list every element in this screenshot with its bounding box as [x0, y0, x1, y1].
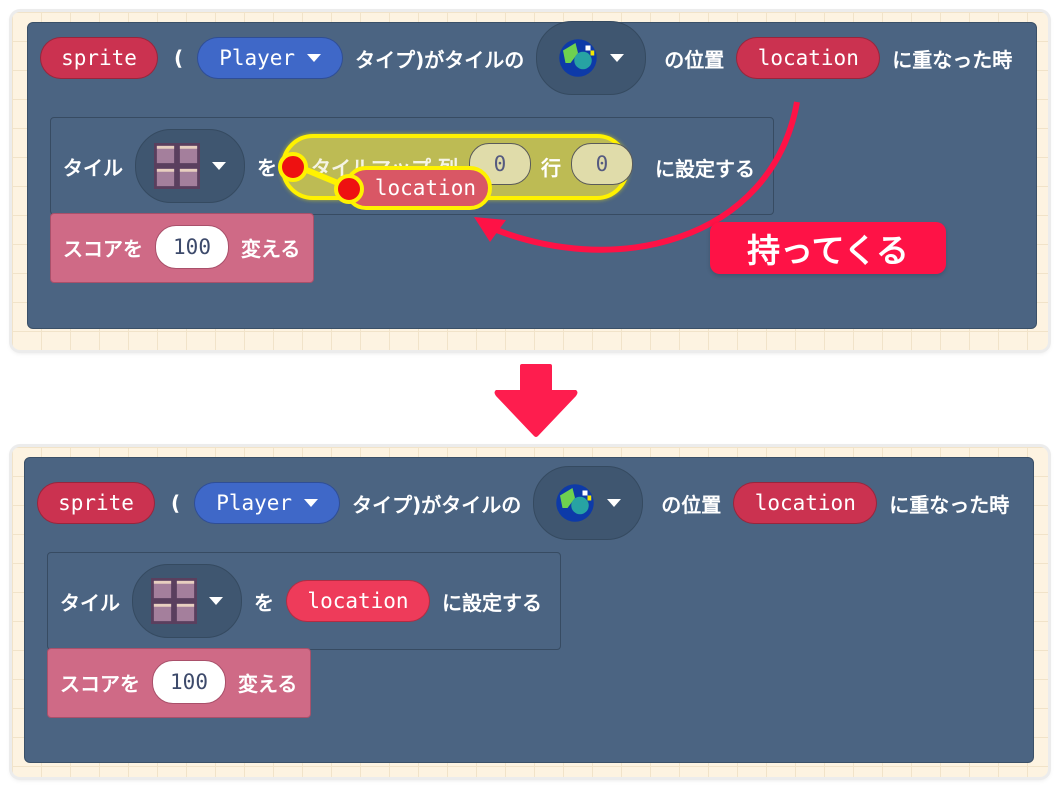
label-wo: を: [254, 590, 274, 615]
brick-tile-icon: [151, 578, 197, 624]
sprite-variable[interactable]: sprite: [37, 482, 155, 524]
tile-picker-dropdown[interactable]: [132, 564, 242, 638]
down-arrow-icon: [494, 364, 578, 437]
score-input[interactable]: 100: [152, 660, 226, 704]
connection-point-icon: [278, 152, 308, 182]
connection-point-icon: [334, 174, 364, 204]
set-tile-block[interactable]: タイル を location に設定する: [47, 552, 561, 650]
location-variable[interactable]: location: [286, 580, 430, 622]
earth-tile-icon: [556, 484, 595, 522]
text-when-overlap: に重なった時: [889, 492, 1010, 517]
tile-dropdown[interactable]: [533, 466, 644, 540]
text-position: の位置: [661, 492, 722, 517]
workspace-after: sprite ( Player タイプ)がタイルの の位置 location に…: [12, 447, 1048, 777]
label-set: に設定する: [442, 590, 542, 615]
label-score: スコアを: [60, 671, 140, 696]
change-score-block[interactable]: スコアを 100 変える: [47, 648, 311, 718]
kind-dropdown[interactable]: Player: [194, 482, 341, 524]
dropdown-arrow-icon: [304, 499, 319, 507]
kind-value: Player: [216, 491, 293, 515]
workspace-before: sprite ( Player タイプ)がタイルの の位置 location に…: [12, 12, 1048, 350]
label-tile: タイル: [60, 590, 120, 615]
location-variable[interactable]: location: [733, 482, 878, 524]
text-type-tile: タイプ)がタイルの: [352, 492, 522, 517]
tile-overlap-event-block[interactable]: sprite ( Player タイプ)がタイルの の位置 location に…: [24, 457, 1034, 763]
drag-connector-line: [290, 101, 800, 253]
callout-text: 持ってくる: [747, 231, 909, 270]
dropdown-arrow-icon: [209, 597, 223, 605]
label-change: 変える: [238, 671, 298, 696]
paren-open: (: [171, 491, 181, 515]
callout-label: 持ってくる: [710, 222, 946, 274]
dropdown-arrow-icon: [607, 499, 622, 507]
